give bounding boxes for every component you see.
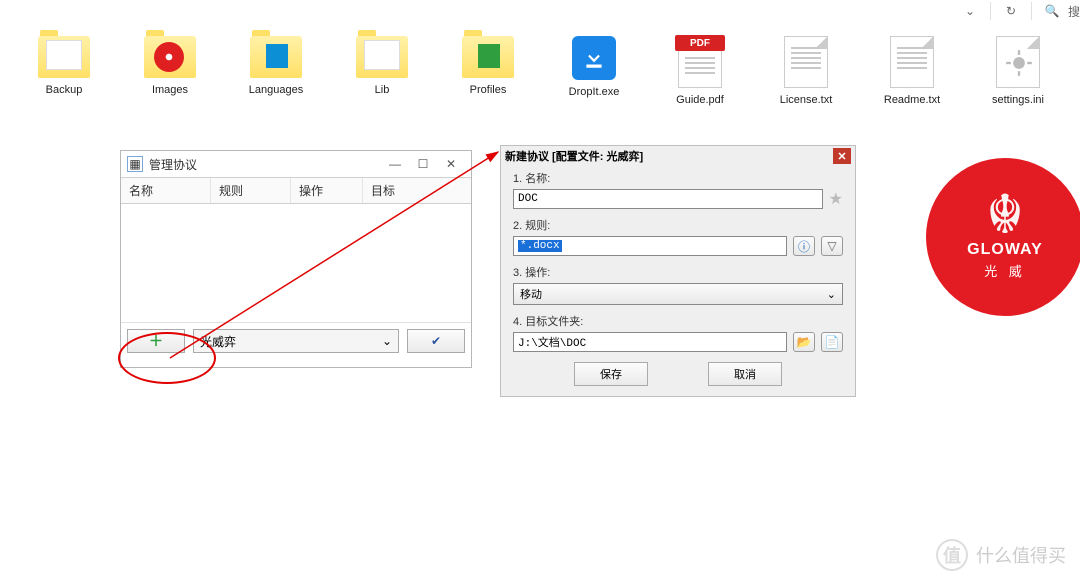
item-label: DropIt.exe	[569, 86, 620, 98]
file-dropit-exe[interactable]: DropIt.exe	[560, 36, 628, 106]
folder-images[interactable]: Images	[136, 36, 204, 106]
browse-button[interactable]: 📂	[793, 332, 815, 352]
file-grid: Backup Images Languages Lib Profiles Dro…	[30, 36, 1052, 106]
funnel-icon: ▽	[827, 239, 836, 253]
folder-icon	[38, 36, 90, 78]
chevron-down-icon[interactable]: ⌄	[958, 1, 982, 21]
folder-languages[interactable]: Languages	[242, 36, 310, 106]
dialog-title: 管理协议	[149, 156, 197, 173]
titlebar[interactable]: ▦ 管理协议 — ☐ ✕	[121, 151, 471, 177]
app-icon: ▦	[127, 156, 143, 172]
label-action: 3. 操作:	[513, 264, 843, 280]
col-action[interactable]: 操作	[291, 178, 363, 203]
minimize-button[interactable]: —	[381, 154, 409, 174]
profile-select[interactable]: 光威弈 ⌄	[193, 329, 399, 353]
check-icon: ✔	[431, 334, 441, 348]
add-button[interactable]: ＋	[127, 329, 185, 353]
label-rule: 2. 规则:	[513, 217, 843, 233]
col-target[interactable]: 目标	[363, 178, 471, 203]
file-readme-txt[interactable]: Readme.txt	[878, 36, 946, 106]
manage-assoc-dialog: ▦ 管理协议 — ☐ ✕ 名称 规则 操作 目标 ＋ 光威弈 ⌄ ✔	[120, 150, 472, 368]
folder-icon	[462, 36, 514, 78]
pdf-icon: PDF	[678, 36, 722, 88]
info-icon: ⓘ	[798, 238, 810, 255]
item-label: License.txt	[780, 94, 833, 106]
watermark-icon: 值	[936, 539, 968, 571]
file-license-txt[interactable]: License.txt	[772, 36, 840, 106]
decorative-graphic: ☬	[986, 195, 1024, 235]
folder-icon	[250, 36, 302, 78]
search-label: 搜	[1068, 3, 1080, 20]
filter-button[interactable]: ▽	[821, 236, 843, 256]
pdf-badge: PDF	[675, 35, 725, 51]
rule-input[interactable]: *.docx	[513, 236, 787, 256]
item-label: Lib	[375, 84, 390, 96]
favorite-icon[interactable]: ★	[829, 189, 843, 209]
close-button[interactable]: ✕	[833, 148, 851, 164]
folder-lib[interactable]: Lib	[348, 36, 416, 106]
ini-icon	[996, 36, 1040, 88]
chevron-down-icon: ⌄	[382, 334, 392, 348]
col-name[interactable]: 名称	[121, 178, 211, 203]
titlebar[interactable]: 新建协议 [配置文件: 光威弈] ✕	[501, 146, 855, 166]
col-rule[interactable]: 规则	[211, 178, 291, 203]
brand-badge: ☬ GLOWAY 光 威	[926, 158, 1080, 316]
plus-icon: ＋	[149, 331, 163, 351]
file-guide-pdf[interactable]: PDF Guide.pdf	[666, 36, 734, 106]
file-settings-ini[interactable]: settings.ini	[984, 36, 1052, 106]
folder-backup[interactable]: Backup	[30, 36, 98, 106]
exe-icon	[572, 36, 616, 80]
refresh-icon[interactable]: ↻	[999, 1, 1023, 21]
profile-selected: 光威弈	[200, 333, 236, 350]
confirm-button[interactable]: ✔	[407, 329, 465, 353]
item-label: Guide.pdf	[676, 94, 724, 106]
folder-icon	[356, 36, 408, 78]
target-input[interactable]: J:\文档\DOC	[513, 332, 787, 352]
folder-open-icon: 📂	[797, 335, 812, 349]
dialog-footer: ＋ 光威弈 ⌄ ✔	[121, 322, 471, 359]
item-label: Languages	[249, 84, 303, 96]
txt-icon	[784, 36, 828, 88]
explorer-top-bar: ⌄ ↻ 🔍 搜	[958, 0, 1080, 22]
recent-button[interactable]: 📄	[821, 332, 843, 352]
cancel-button[interactable]: 取消	[708, 362, 782, 386]
item-label: Readme.txt	[884, 94, 940, 106]
save-button[interactable]: 保存	[574, 362, 648, 386]
brand-cn: 光 威	[984, 261, 1026, 280]
dialog-title: 新建协议 [配置文件: 光威弈]	[505, 148, 643, 164]
close-button[interactable]: ✕	[437, 154, 465, 174]
action-selected: 移动	[520, 286, 542, 302]
action-select[interactable]: 移动 ⌄	[513, 283, 843, 305]
label-target: 4. 目标文件夹:	[513, 313, 843, 329]
maximize-button[interactable]: ☐	[409, 154, 437, 174]
folder-icon	[144, 36, 196, 78]
watermark-text: 什么值得买	[976, 542, 1066, 568]
chevron-down-icon: ⌄	[827, 288, 836, 301]
info-button[interactable]: ⓘ	[793, 236, 815, 256]
item-label: Images	[152, 84, 188, 96]
label-name: 1. 名称:	[513, 170, 843, 186]
table-body[interactable]	[121, 204, 471, 322]
item-label: settings.ini	[992, 94, 1044, 106]
name-input[interactable]: DOC	[513, 189, 823, 209]
watermark: 值 什么值得买	[936, 539, 1066, 571]
folder-profiles[interactable]: Profiles	[454, 36, 522, 106]
new-rule-dialog: 新建协议 [配置文件: 光威弈] ✕ 1. 名称: DOC ★ 2. 规则: *…	[500, 145, 856, 397]
search-icon[interactable]: 🔍	[1040, 1, 1064, 21]
item-label: Profiles	[470, 84, 507, 96]
item-label: Backup	[46, 84, 83, 96]
txt-icon	[890, 36, 934, 88]
table-header: 名称 规则 操作 目标	[121, 177, 471, 204]
document-icon: 📄	[825, 335, 840, 349]
